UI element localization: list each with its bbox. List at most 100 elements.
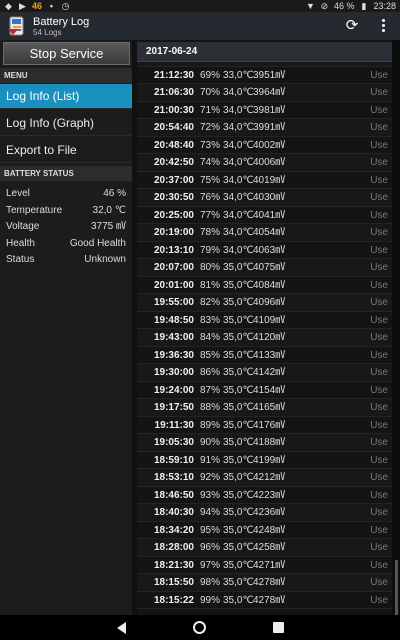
home-icon[interactable] [193,621,206,634]
log-row[interactable]: 19:36:30 85% 35,0℃ 4133㎷ Use [137,347,392,364]
stat-label: Temperature [6,205,63,216]
log-temperature: 35,0℃ [223,437,254,448]
log-row[interactable]: 19:11:30 89% 35,0℃ 4176㎷ Use [137,417,392,434]
log-percent: 99% [200,594,221,606]
log-time: 18:15:50 [153,577,194,588]
log-voltage: 4030㎷ [253,192,286,203]
log-temperature: 34,0℃ [223,122,254,133]
log-row[interactable]: 19:55:00 82% 35,0℃ 4096㎷ Use [137,294,392,312]
stat-label: Level [6,188,30,199]
notification-count: 46 [32,1,43,11]
log-percent: 70% [200,87,221,98]
log-time: 19:30:00 [153,367,194,378]
log-row[interactable]: 20:37:00 75% 34,0℃ 4019㎷ Use [137,172,392,189]
log-time: 20:48:40 [153,139,194,151]
log-time: 21:00:30 [153,104,194,116]
log-row[interactable]: 19:43:00 84% 35,0℃ 4120㎷ Use [137,329,392,347]
log-voltage: 4236㎷ [253,507,286,518]
log-percent: 83% [200,314,221,326]
log-row[interactable]: 19:30:00 86% 35,0℃ 4142㎷ Use [137,364,392,382]
log-temperature: 35,0℃ [223,489,254,501]
log-row[interactable]: 21:00:30 71% 34,0℃ 3981㎷ Use [137,102,392,119]
log-list[interactable]: 2017-06-24 21:18:1068%33,0℃3940㎷Use21:12… [137,40,392,615]
log-status: Use [370,454,388,466]
log-row[interactable]: 20:01:00 81% 35,0℃ 4084㎷ Use [137,277,392,294]
log-row[interactable]: 20:13:10 79% 34,0℃ 4063㎷ Use [137,242,392,259]
menu-item-log-graph[interactable]: Log Info (Graph) [0,111,132,136]
log-row[interactable]: 20:30:50 76% 34,0℃ 4030㎷ Use [137,189,392,207]
log-status: Use [370,69,388,81]
log-row[interactable]: 20:19:00 78% 34,0℃ 4054㎷ Use [137,224,392,242]
log-time: 20:13:10 [153,244,194,256]
app-battery-icon [8,16,24,36]
log-row[interactable]: 18:34:20 95% 35,0℃ 4248㎷ Use [137,522,392,539]
log-time: 18:53:10 [153,472,194,483]
stop-service-button[interactable]: Stop Service [3,42,130,65]
log-row[interactable]: 20:25:00 77% 34,0℃ 4041㎷ Use [137,207,392,224]
refresh-icon[interactable]: ⟳ [342,17,362,35]
menu-item-log-list[interactable]: Log Info (List) [0,84,132,109]
stat-status: Status Unknown [0,252,132,268]
log-voltage: 4188㎷ [253,437,286,448]
log-row[interactable]: 19:17:50 88% 35,0℃ 4165㎷ Use [137,399,392,417]
log-percent: 87% [200,384,221,396]
log-percent: 81% [200,279,221,291]
navigation-bar [0,615,400,640]
log-row[interactable]: 18:59:10 91% 35,0℃ 4199㎷ Use [137,452,392,469]
log-percent: 84% [200,332,221,343]
log-percent: 77% [200,209,221,221]
recent-apps-icon[interactable] [273,622,284,633]
log-percent: 80% [200,262,221,273]
log-percent: 96% [200,542,221,553]
battery-icon: ▮ [361,0,367,11]
log-percent: 82% [200,297,221,308]
log-time: 18:59:10 [153,454,194,466]
menu-item-export[interactable]: Export to File [0,138,132,163]
log-row[interactable]: 20:42:50 74% 34,0℃ 4006㎷ Use [137,154,392,172]
stat-health: Health Good Health [0,236,132,252]
log-temperature: 34,0℃ [223,139,254,151]
log-row[interactable]: 18:15:22 99% 35,0℃ 4278㎷ Use [137,592,392,609]
back-icon[interactable] [117,622,126,634]
battery-percent: 46 % [333,1,355,11]
log-row[interactable]: 21:12:30 69% 33,0℃ 3951㎷ Use [137,67,392,84]
log-row[interactable]: 19:48:50 83% 35,0℃ 4109㎷ Use [137,312,392,329]
log-voltage: 4120㎷ [253,332,286,343]
log-percent: 89% [200,419,221,431]
log-row[interactable]: 18:46:50 93% 35,0℃ 4223㎷ Use [137,487,392,504]
log-time: 18:28:00 [153,542,194,553]
log-row[interactable]: 19:24:00 87% 35,0℃ 4154㎷ Use [137,382,392,399]
log-voltage: 4278㎷ [253,577,286,588]
log-rows: 21:18:1068%33,0℃3940㎷Use21:12:3069%33,0℃… [137,49,392,609]
clock-time: 23:28 [373,1,396,11]
scrollbar-thumb[interactable] [395,560,398,615]
log-row[interactable]: 18:40:30 94% 35,0℃ 4236㎷ Use [137,504,392,522]
log-row[interactable]: 18:21:30 97% 35,0℃ 4271㎷ Use [137,557,392,574]
stat-label: Health [6,238,35,249]
log-status: Use [370,244,388,256]
log-status: Use [370,192,388,203]
log-temperature: 35,0℃ [223,454,254,466]
overflow-menu-icon[interactable] [376,17,390,35]
log-row[interactable]: 18:28:00 96% 35,0℃ 4258㎷ Use [137,539,392,557]
log-percent: 79% [200,244,221,256]
log-row[interactable]: 21:06:30 70% 34,0℃ 3964㎷ Use [137,84,392,102]
log-time: 20:07:00 [153,262,194,273]
log-row[interactable]: 20:48:40 73% 34,0℃ 4002㎷ Use [137,137,392,154]
log-row[interactable]: 18:15:50 98% 35,0℃ 4278㎷ Use [137,574,392,592]
log-temperature: 35,0℃ [223,279,254,291]
log-percent: 85% [200,349,221,361]
log-time: 18:15:22 [153,594,194,606]
log-row[interactable]: 18:53:10 92% 35,0℃ 4212㎷ Use [137,469,392,487]
log-row[interactable]: 20:54:40 72% 34,0℃ 3991㎷ Use [137,119,392,137]
log-row[interactable]: 19:05:30 90% 35,0℃ 4188㎷ Use [137,434,392,452]
log-status: Use [370,104,388,116]
stat-value: 32,0 ℃ [92,205,126,216]
log-percent: 72% [200,122,221,133]
log-time: 19:55:00 [153,297,194,308]
log-percent: 95% [200,524,221,536]
log-temperature: 35,0℃ [223,297,254,308]
scrollbar[interactable] [392,40,400,615]
log-time: 18:34:20 [153,524,194,536]
log-row[interactable]: 20:07:00 80% 35,0℃ 4075㎷ Use [137,259,392,277]
